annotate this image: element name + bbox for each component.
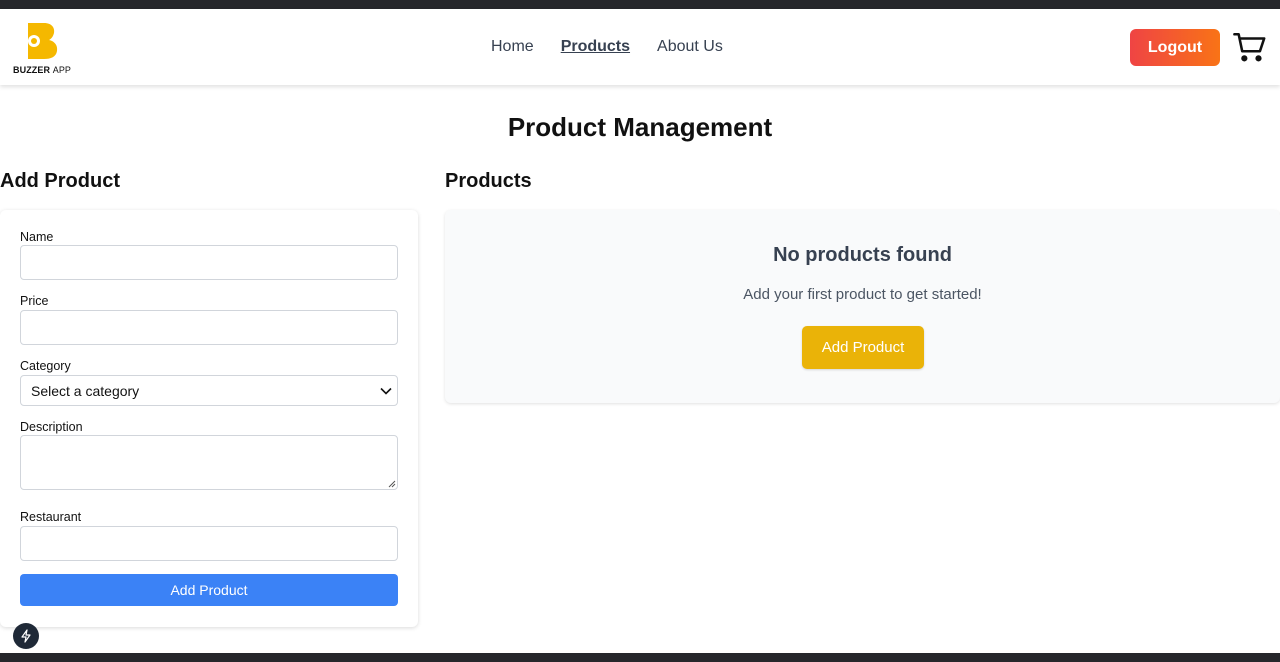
site-header: BUZZER APP Home Products About Us Logout [0, 9, 1280, 85]
add-product-heading: Add Product [0, 170, 120, 192]
category-select[interactable]: Select a category [20, 375, 398, 406]
brand-logo[interactable]: BUZZER APP [12, 19, 74, 75]
price-label: Price [20, 294, 49, 308]
description-textarea[interactable] [20, 435, 398, 490]
price-input[interactable] [20, 310, 398, 345]
cart-icon [1233, 32, 1266, 62]
buzzer-logo-icon [24, 23, 58, 59]
top-bar [0, 0, 1280, 9]
empty-add-product-button[interactable]: Add Product [802, 326, 924, 369]
cart-button[interactable] [1233, 30, 1267, 64]
products-empty-state: No products found Add your first product… [445, 210, 1280, 403]
products-heading: Products [445, 170, 532, 192]
empty-state-title: No products found [773, 244, 952, 266]
category-selected-value: Select a category [31, 383, 140, 399]
nav-about-us[interactable]: About Us [657, 38, 723, 56]
add-product-submit-button[interactable]: Add Product [20, 574, 398, 606]
name-label: Name [20, 230, 54, 244]
empty-state-subtitle: Add your first product to get started! [743, 286, 982, 303]
restaurant-label: Restaurant [20, 510, 82, 524]
restaurant-input[interactable] [20, 526, 398, 561]
nav-products[interactable]: Products [561, 38, 630, 56]
bolt-icon [21, 629, 31, 643]
logout-button[interactable]: Logout [1130, 29, 1220, 66]
description-label: Description [20, 420, 83, 434]
name-input[interactable] [20, 245, 398, 280]
nav-home[interactable]: Home [491, 38, 534, 56]
chevron-down-icon [380, 387, 392, 395]
category-label: Category [20, 359, 71, 373]
resize-grip-icon[interactable] [386, 478, 396, 488]
page-title: Product Management [507, 112, 773, 142]
dev-tools-button[interactable] [13, 623, 39, 649]
main-nav: Home Products About Us [491, 38, 723, 56]
bottom-bar [0, 653, 1280, 662]
brand-wordmark: BUZZER APP [13, 65, 72, 75]
add-product-form: Name Price Category Select a category De… [0, 210, 418, 627]
